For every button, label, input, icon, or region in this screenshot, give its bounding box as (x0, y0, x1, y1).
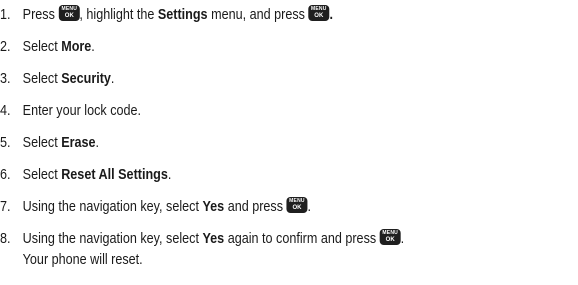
menu-ok-key-icon: MENU OK (286, 197, 308, 213)
step-number: 8. (0, 230, 11, 247)
step-text: Your phone will reset. (22, 251, 143, 268)
step-number: 3. (0, 70, 11, 87)
menu-ok-key-icon: MENU OK (308, 5, 330, 21)
step-text: Select Reset All Settings. (22, 166, 172, 183)
step-text: Press MENU OK, highlight the Settings men… (22, 5, 333, 23)
step-number: 1. (0, 6, 11, 23)
step-number: 2. (0, 38, 11, 55)
step-text: Using the navigation key, select Yes aga… (22, 229, 405, 247)
step-text: Enter your lock code. (22, 102, 142, 119)
menu-ok-key-icon: MENU OK (379, 229, 401, 245)
option-name: Yes (202, 198, 225, 215)
step-number: 5. (0, 134, 11, 151)
step-text: Select Security. (22, 70, 115, 87)
option-name: Reset All Settings (61, 166, 168, 183)
step-number: 6. (0, 166, 11, 183)
option-name: Yes (202, 230, 225, 247)
option-name: Security (61, 70, 111, 87)
menu-name: Settings (157, 6, 208, 23)
menu-ok-key-icon: MENU OK (58, 5, 80, 21)
instruction-steps: 1. Press MENU OK, highlight the Settings … (0, 0, 578, 285)
step-text: Select Erase. (22, 134, 100, 151)
step-number: 4. (0, 102, 11, 119)
step-text: Using the navigation key, select Yes and… (22, 197, 312, 215)
step-text: Select More. (22, 38, 95, 55)
step-number: 7. (0, 198, 11, 215)
option-name: Erase (61, 134, 96, 151)
option-name: More (61, 38, 92, 55)
